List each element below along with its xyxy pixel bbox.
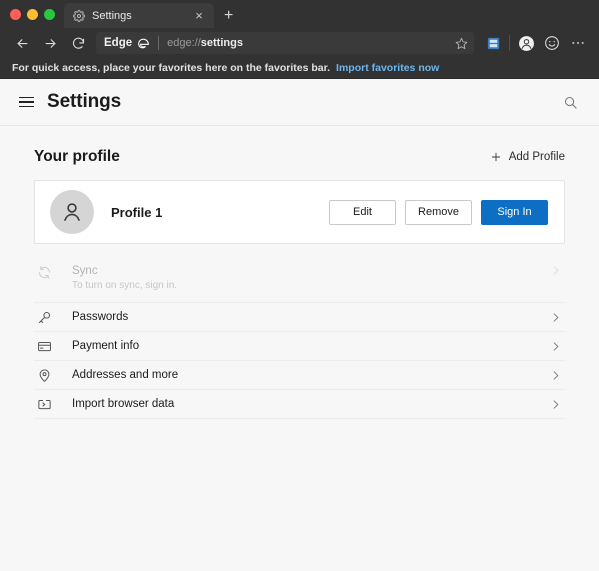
row-body: Payment info (64, 340, 545, 352)
profile-section-header: Your profile Add Profile (34, 148, 565, 166)
import-favorites-link[interactable]: Import favorites now (336, 62, 439, 74)
avatar (50, 190, 94, 234)
gear-icon (72, 9, 85, 22)
toolbar-divider (509, 35, 510, 51)
row-sublabel: To turn on sync, sign in. (72, 280, 178, 291)
import-icon (34, 397, 64, 412)
settings-content: Your profile Add Profile Profile 1 Edit … (0, 126, 599, 419)
edge-logo-icon (137, 37, 150, 50)
more-icon[interactable] (565, 31, 591, 55)
settings-row-payment-info[interactable]: Payment info (34, 332, 565, 361)
chevron-right-icon (545, 399, 565, 410)
row-label: Payment info (72, 340, 140, 352)
collections-icon[interactable] (480, 31, 506, 55)
close-tab-icon[interactable]: × (192, 9, 206, 22)
edit-profile-button[interactable]: Edit (329, 199, 396, 225)
credit-card-icon (34, 339, 64, 354)
settings-page: Settings Your profile Add Profile Profil… (0, 79, 599, 571)
key-icon (34, 310, 64, 325)
location-pin-icon (34, 368, 64, 383)
new-tab-button[interactable]: + (214, 3, 243, 28)
close-window-button[interactable] (10, 8, 21, 20)
sign-in-button[interactable]: Sign In (481, 199, 548, 225)
section-title: Your profile (34, 148, 120, 165)
reload-button[interactable] (64, 30, 92, 56)
settings-row-sync[interactable]: Sync To turn on sync, sign in. (34, 259, 565, 303)
row-label: Passwords (72, 311, 129, 323)
plus-icon (490, 151, 502, 163)
row-label: Addresses and more (72, 369, 179, 381)
row-label: Import browser data (72, 398, 175, 410)
search-icon[interactable] (555, 87, 585, 117)
browser-window: Settings × + Edge edge://settings For qu… (0, 0, 599, 571)
row-body: Addresses and more (64, 369, 545, 381)
add-profile-label: Add Profile (508, 151, 565, 163)
hamburger-menu-icon[interactable] (12, 88, 40, 116)
tab-title: Settings (92, 9, 132, 22)
minimize-window-button[interactable] (27, 8, 38, 20)
edge-brand: Edge (104, 37, 158, 50)
browser-toolbar: Edge edge://settings (0, 28, 599, 58)
settings-row-addresses[interactable]: Addresses and more (34, 361, 565, 390)
row-body: Import browser data (64, 398, 545, 410)
tab-settings[interactable]: Settings × (64, 3, 214, 28)
back-button[interactable] (8, 30, 36, 56)
settings-rows: Sync To turn on sync, sign in. Passwords… (34, 259, 565, 419)
chevron-right-icon (545, 265, 565, 276)
settings-row-import-browser-data[interactable]: Import browser data (34, 390, 565, 419)
sync-icon (34, 265, 64, 280)
chevron-right-icon (545, 341, 565, 352)
omnibox-divider (158, 36, 160, 50)
maximize-window-button[interactable] (44, 8, 55, 20)
settings-row-passwords[interactable]: Passwords (34, 303, 565, 332)
chevron-right-icon (545, 370, 565, 381)
url-path: settings (200, 37, 243, 49)
row-body: Passwords (64, 311, 545, 323)
profile-name: Profile 1 (111, 204, 163, 220)
chevron-right-icon (545, 312, 565, 323)
window-controls (0, 0, 64, 28)
url-scheme: edge:// (167, 37, 201, 49)
remove-profile-button[interactable]: Remove (405, 199, 472, 225)
row-body: Sync To turn on sync, sign in. (64, 265, 545, 291)
person-icon (59, 199, 85, 225)
smiley-icon[interactable] (539, 31, 565, 55)
url-text: edge://settings (167, 37, 449, 49)
profile-card: Profile 1 Edit Remove Sign In (34, 180, 565, 244)
tab-strip: Settings × + (0, 0, 599, 28)
add-profile-button[interactable]: Add Profile (490, 151, 565, 163)
profile-icon[interactable] (513, 31, 539, 55)
forward-button[interactable] (36, 30, 64, 56)
favorites-bar: For quick access, place your favorites h… (0, 58, 599, 79)
brand-label: Edge (104, 37, 133, 49)
page-title: Settings (47, 91, 122, 112)
row-label: Sync (72, 265, 98, 277)
settings-header: Settings (0, 79, 599, 126)
address-bar[interactable]: Edge edge://settings (96, 32, 474, 54)
star-icon[interactable] (449, 37, 468, 50)
favorites-bar-message: For quick access, place your favorites h… (12, 62, 331, 74)
